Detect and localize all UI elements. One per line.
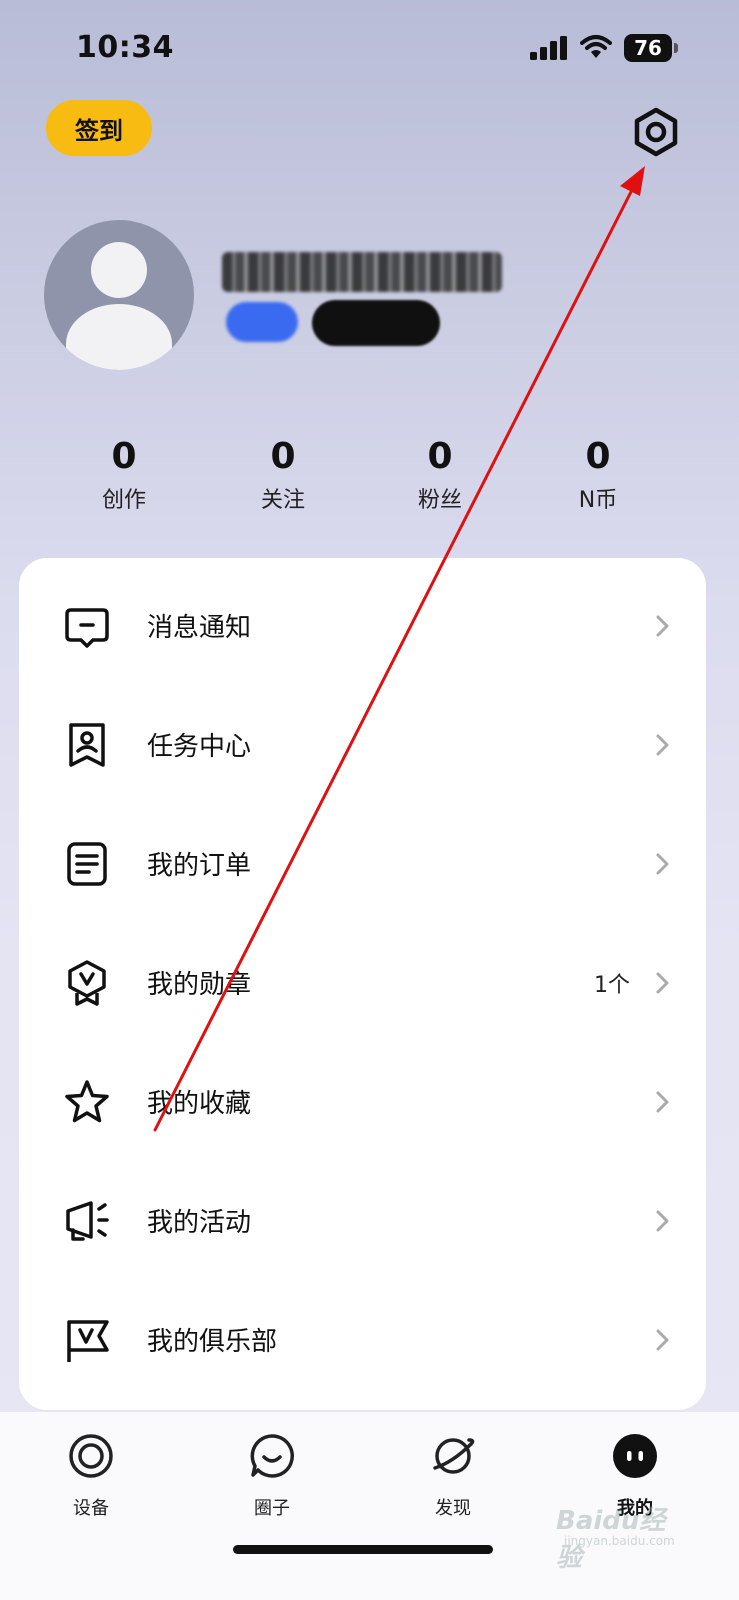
watermark-sub: jingyan.baidu.com	[564, 1534, 675, 1548]
tab-discover[interactable]: 发现	[393, 1432, 513, 1522]
order-document-icon	[67, 842, 107, 886]
wifi-icon	[580, 35, 612, 58]
menu-item-club[interactable]: 我的俱乐部	[19, 1280, 706, 1399]
stat-label: 创作	[101, 488, 146, 513]
level-badge-redacted	[226, 302, 298, 342]
username-redacted	[222, 252, 502, 292]
profile-face-icon	[613, 1434, 657, 1478]
stat-label: 粉丝	[417, 488, 462, 513]
battery-icon: 76	[624, 34, 680, 62]
signal-icon	[530, 36, 567, 60]
tab-label: 设备	[73, 1498, 109, 1519]
menu-item-activities[interactable]: 我的活动	[19, 1161, 706, 1280]
chevron-right-icon	[656, 615, 669, 637]
menu-item-tasks[interactable]: 任务中心	[19, 685, 706, 804]
stat-following[interactable]: 0 关注	[223, 436, 343, 514]
stat-ncoins[interactable]: 0 N币	[538, 436, 658, 514]
menu-label: 我的俱乐部	[147, 1327, 278, 1357]
menu-item-favorites[interactable]: 我的收藏	[19, 1042, 706, 1161]
tab-label: 圈子	[254, 1498, 290, 1519]
menu-label: 我的收藏	[147, 1089, 252, 1119]
chevron-right-icon	[656, 1329, 669, 1351]
menu-label: 我的勋章	[147, 970, 252, 1000]
megaphone-icon	[66, 1201, 109, 1241]
chevron-right-icon	[656, 1091, 669, 1113]
menu-label: 任务中心	[147, 732, 252, 762]
stat-fans[interactable]: 0 粉丝	[380, 436, 500, 514]
baidu-watermark: Baidu经验 jingyan.baidu.com	[556, 1500, 686, 1573]
chevron-right-icon	[656, 1210, 669, 1232]
star-icon	[65, 1080, 109, 1123]
chevron-right-icon	[656, 734, 669, 756]
stat-value: 0	[427, 436, 453, 477]
avatar[interactable]	[44, 220, 194, 370]
stat-creations[interactable]: 0 创作	[64, 436, 184, 514]
tab-label: 发现	[435, 1498, 471, 1519]
chat-smile-icon	[250, 1434, 295, 1478]
stat-label: N币	[578, 488, 618, 513]
menu-label: 我的订单	[147, 851, 252, 881]
menu-item-medals[interactable]: 我的勋章 1个	[19, 923, 706, 1042]
checkin-button[interactable]: 签到	[46, 100, 152, 156]
medal-count: 1个	[594, 972, 630, 998]
menu-item-messages[interactable]: 消息通知	[19, 566, 706, 685]
stat-label: 关注	[260, 488, 305, 513]
planet-icon	[433, 1438, 475, 1474]
status-bar: 10:34 76	[0, 0, 739, 100]
menu-item-orders[interactable]: 我的订单	[19, 804, 706, 923]
home-indicator	[233, 1545, 493, 1554]
stat-value: 0	[585, 436, 611, 477]
menu-card: 消息通知 任务中心 我的订单 我的勋章 1个 我的收藏 我的活动 我的俱乐部	[19, 558, 706, 1410]
menu-label: 我的活动	[147, 1208, 252, 1238]
stat-value: 0	[270, 436, 296, 477]
task-badge-icon	[69, 723, 105, 767]
club-flag-icon	[67, 1320, 109, 1362]
battery-level: 76	[634, 36, 662, 60]
device-ring-icon	[69, 1434, 113, 1478]
chevron-right-icon	[656, 972, 669, 994]
medal-icon	[68, 960, 106, 1006]
tab-circles[interactable]: 圈子	[212, 1432, 332, 1522]
status-time: 10:34	[76, 30, 174, 65]
stat-value: 0	[111, 436, 137, 477]
tag-badge-redacted	[312, 300, 440, 346]
tab-devices[interactable]: 设备	[31, 1432, 151, 1522]
chevron-right-icon	[656, 853, 669, 875]
message-icon	[65, 608, 109, 648]
menu-label: 消息通知	[147, 613, 252, 643]
gear-icon[interactable]	[628, 104, 684, 160]
